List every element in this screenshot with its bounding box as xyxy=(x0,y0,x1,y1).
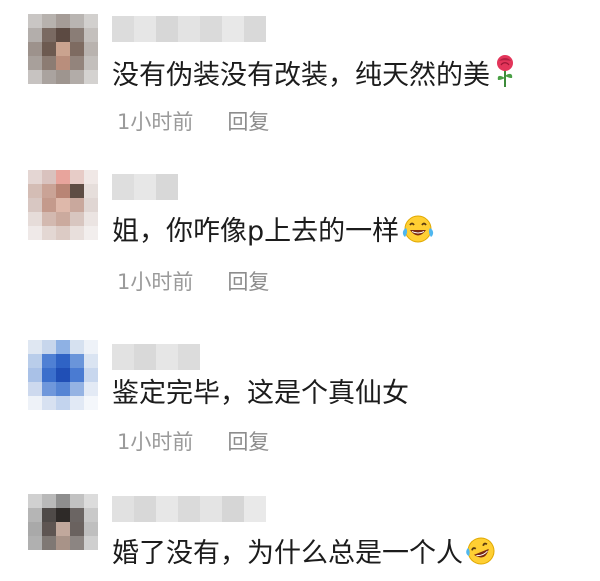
comment-time: 1小时前 xyxy=(117,270,194,294)
comment-text-content: 婚了没有，为什么总是一个人 xyxy=(112,538,463,569)
rofl-icon xyxy=(465,536,497,576)
comment-text: 婚了没有，为什么总是一个人 xyxy=(112,536,497,576)
comment-meta: 1小时前 回复 xyxy=(117,268,269,296)
avatar[interactable] xyxy=(28,494,98,564)
comment-text-content: 鉴定完毕，这是个真仙女 xyxy=(112,378,409,409)
comment-text: 鉴定完毕，这是个真仙女 xyxy=(112,376,409,412)
comment-item: 婚了没有，为什么总是一个人 xyxy=(0,0,600,569)
reply-button[interactable]: 回复 xyxy=(227,270,269,294)
laughing-tears-icon xyxy=(401,214,435,254)
comment-meta: 1小时前 回复 xyxy=(117,428,269,456)
avatar[interactable] xyxy=(28,170,98,240)
comment-time: 1小时前 xyxy=(117,430,194,454)
reply-button[interactable]: 回复 xyxy=(227,430,269,454)
comment-text-content: 姐，你咋像p上去的一样 xyxy=(112,216,400,247)
username-blurred[interactable] xyxy=(112,344,200,370)
username-blurred[interactable] xyxy=(112,496,266,522)
username-blurred[interactable] xyxy=(112,174,178,200)
comment-text: 姐，你咋像p上去的一样 xyxy=(112,214,435,254)
avatar[interactable] xyxy=(28,340,98,410)
